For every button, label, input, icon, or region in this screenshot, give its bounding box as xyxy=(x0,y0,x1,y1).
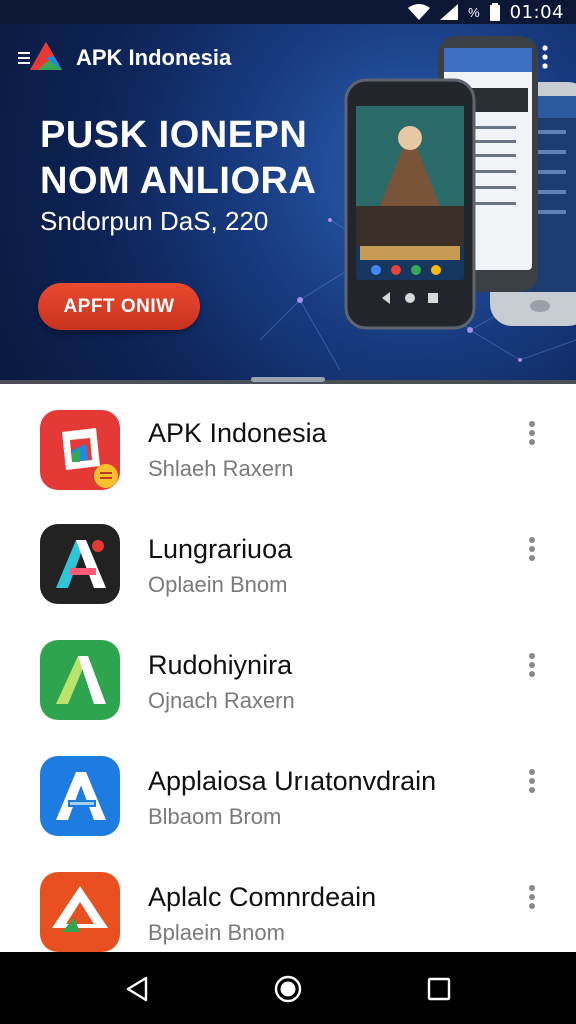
app-bar: APK Indonesia xyxy=(0,36,576,80)
carousel-indicator[interactable] xyxy=(251,377,325,382)
hero-banner[interactable]: APK Indonesia PUSK IONEPN NOM ANLIORA Sn… xyxy=(0,0,576,382)
list-item-app-5[interactable]: Aplalc Comnrdeain Bplaein Bnom xyxy=(0,848,576,952)
hero-headline-line-1: PUSK IONEPN xyxy=(40,114,308,156)
app-name: Lungrariuoa xyxy=(148,534,293,564)
battery-percent-label: % xyxy=(468,4,480,20)
app-name: APK Indonesia xyxy=(148,418,327,448)
item-more-icon[interactable] xyxy=(528,536,536,562)
app-subtitle: Bplaein Bnom xyxy=(148,920,285,945)
app-subtitle: Ojnach Raxern xyxy=(148,688,295,713)
status-clock: 01:04 xyxy=(509,1,564,23)
item-more-icon[interactable] xyxy=(528,652,536,678)
item-more-icon[interactable] xyxy=(528,768,536,794)
app-title: APK Indonesia xyxy=(76,45,232,70)
applaiosa-icon xyxy=(40,756,120,836)
app-subtitle: Oplaein Bnom xyxy=(148,572,288,597)
recents-icon[interactable] xyxy=(424,974,454,1004)
list-item-app-3[interactable]: Rudohiynira Ojnach Raxern xyxy=(0,616,576,732)
item-more-icon[interactable] xyxy=(528,884,536,910)
app-subtitle: Shlaeh Raxern xyxy=(148,456,294,481)
list-item-app-4[interactable]: Applaiosa Urıatonvdrain Blbaom Brom xyxy=(0,732,576,848)
app-name: Aplalc Comnrdeain xyxy=(148,882,377,912)
app-list: APK Indonesia Shlaeh Raxern Lungrariuoa … xyxy=(0,384,576,952)
app-name: Applaiosa Urıatonvdrain xyxy=(148,766,437,796)
aplalc-icon xyxy=(40,872,120,952)
app-name: Rudohiynira xyxy=(148,650,293,680)
list-item-app-2[interactable]: Lungrariuoa Oplaein Bnom xyxy=(0,500,576,616)
hero-headline-line-2: NOM ANLIORA xyxy=(40,160,317,202)
item-more-icon[interactable] xyxy=(528,420,536,446)
apk-indonesia-icon xyxy=(40,410,120,490)
wifi-icon xyxy=(408,4,431,20)
status-bar: % 01:04 xyxy=(0,0,576,24)
hero-subtitle: Sndorpun DaS, 220 xyxy=(40,206,269,236)
system-nav-bar xyxy=(0,952,576,1024)
app-subtitle: Blbaom Brom xyxy=(148,804,282,829)
battery-icon xyxy=(489,3,500,21)
app-logo-icon xyxy=(30,42,62,70)
home-icon[interactable] xyxy=(273,974,303,1004)
hero-cta-button[interactable]: APFT ONIW xyxy=(38,283,200,330)
overflow-menu-icon[interactable] xyxy=(542,44,548,70)
lungrariuoa-icon xyxy=(40,524,120,604)
hero-headline: PUSK IONEPN NOM ANLIORA xyxy=(40,112,316,204)
back-icon[interactable] xyxy=(122,974,152,1004)
rudohiynira-icon xyxy=(40,640,120,720)
list-item-app-1[interactable]: APK Indonesia Shlaeh Raxern xyxy=(0,384,576,500)
signal-icon xyxy=(440,4,459,20)
